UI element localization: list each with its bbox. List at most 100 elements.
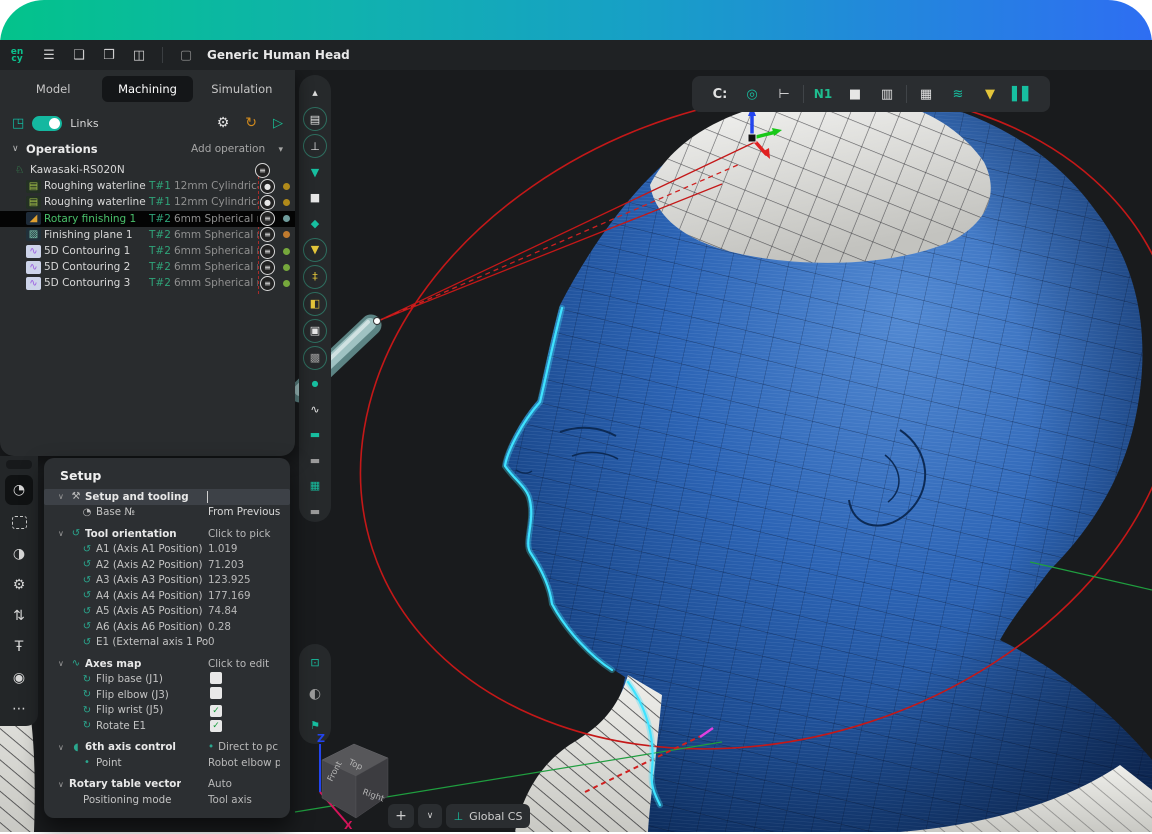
nc-program-icon[interactable]: N1: [807, 87, 839, 101]
surface-points-icon[interactable]: ▬: [302, 499, 328, 525]
flip-row[interactable]: ↻ Flip wrist (J5) ✓: [44, 703, 290, 719]
axis-row[interactable]: ↺ A2 (Axis A2 Position) 71.203: [44, 557, 290, 573]
operation-row[interactable]: ▤ Roughing waterline 1 T#1 12mm Cylindri…: [0, 178, 295, 194]
flip-row[interactable]: ↻ Rotate E1 ✓: [44, 718, 290, 734]
toolpath-graph-icon[interactable]: ≋: [942, 87, 974, 102]
tooling-icon[interactable]: ▥: [871, 87, 903, 102]
tool-setup-icon[interactable]: Ŧ: [5, 633, 33, 660]
setup-tab-icon[interactable]: ◔: [5, 475, 33, 505]
workpiece-surface-icon[interactable]: ▬: [302, 448, 328, 474]
orientation-icon[interactable]: ◑: [5, 540, 33, 567]
axis-row[interactable]: ↺ A6 (Axis A6 Position) 0.28: [44, 619, 290, 635]
row-value[interactable]: [207, 491, 280, 503]
flip-row[interactable]: ↻ Flip elbow (J3): [44, 687, 290, 703]
state-icon[interactable]: ≡: [260, 227, 275, 242]
surfaces-visibility-icon[interactable]: ▬: [302, 422, 328, 448]
operation-row[interactable]: ▨ Finishing plane 1 T#2 6mm Spherical r …: [0, 227, 295, 243]
machining-settings-icon[interactable]: ⚙: [217, 115, 230, 131]
control-panel-icon[interactable]: ▦: [910, 87, 942, 102]
tool-display-icon[interactable]: ▼: [974, 87, 1006, 102]
stock-visibility-icon[interactable]: ■: [302, 185, 328, 211]
state-icon[interactable]: ●: [260, 195, 275, 210]
row-value[interactable]: 0.28: [208, 621, 280, 633]
chevron-down-icon[interactable]: ∨: [58, 743, 69, 752]
add-operation-button[interactable]: Add operation ▾: [191, 143, 283, 155]
tool-orientation-row[interactable]: ∨ ↺ Tool orientation Click to pick: [44, 526, 290, 542]
machine-visibility-icon[interactable]: ▤: [303, 107, 327, 131]
coordinate-system-icon[interactable]: C:: [704, 87, 736, 102]
axis-row[interactable]: ↺ A1 (Axis A1 Position) 1.019: [44, 542, 290, 558]
operation-row[interactable]: ∿ 5D Contouring 2 T#2 6mm Spherical r ≡: [0, 259, 295, 275]
fit-view-icon[interactable]: ⊡: [302, 650, 328, 676]
global-cs-button[interactable]: ⊥ Global CS: [446, 804, 530, 828]
sixth-axis-row[interactable]: ∨ ◖ 6th axis control •Direct to pc: [44, 740, 290, 756]
axis-row[interactable]: ↺ A3 (Axis A3 Position) 123.925: [44, 573, 290, 589]
links-toggle[interactable]: [32, 116, 62, 131]
recalculate-icon[interactable]: ↻: [245, 115, 257, 131]
axis-row[interactable]: ↺ E1 (External axis 1 Position) 0: [44, 635, 290, 651]
row-value[interactable]: 1.019: [208, 543, 280, 555]
state-icon[interactable]: ≡: [260, 276, 275, 291]
project-checkbox-icon[interactable]: ▢: [171, 48, 201, 63]
operation-row[interactable]: ∿ 5D Contouring 1 T#2 6mm Spherical r ≡: [0, 243, 295, 259]
collapse-toolbar-icon[interactable]: ▴: [302, 80, 328, 106]
state-icon[interactable]: ≡: [260, 260, 275, 275]
row-value[interactable]: Click to edit: [208, 658, 280, 670]
parameters-gear-icon[interactable]: ⚙: [5, 571, 33, 598]
setup-and-tooling-row[interactable]: ∨ ⚒ Setup and tooling: [44, 489, 290, 505]
chevron-down-icon[interactable]: ∨: [58, 529, 69, 538]
new-file-icon[interactable]: ❑: [64, 48, 94, 63]
axes-map-row[interactable]: ∨ ∿ Axes map Click to edit: [44, 656, 290, 672]
row-value[interactable]: 0: [208, 636, 280, 648]
probe-icon[interactable]: ◎: [736, 87, 768, 102]
row-value[interactable]: Robot elbow p: [208, 757, 280, 769]
mesh-visibility-icon[interactable]: ▦: [302, 473, 328, 499]
app-logo[interactable]: en cy: [0, 48, 34, 63]
links-graph-icon[interactable]: ◳: [12, 116, 24, 131]
workpiece-selection-icon[interactable]: [5, 509, 33, 536]
run-simulation-icon[interactable]: ▷: [273, 116, 283, 131]
caliper-measure-icon[interactable]: ⊢: [768, 87, 800, 102]
curves-visibility-icon[interactable]: ∿: [302, 397, 328, 423]
tool-tip-visibility-icon[interactable]: ▼: [303, 238, 327, 262]
state-icon[interactable]: ≡: [255, 163, 270, 178]
checkbox[interactable]: [210, 687, 222, 699]
row-value[interactable]: Auto: [208, 778, 280, 790]
checkbox-checked[interactable]: ✓: [210, 720, 222, 732]
statistics-icon[interactable]: ▌▋: [1006, 87, 1038, 102]
open-project-icon[interactable]: ❒: [94, 48, 124, 63]
flip-row[interactable]: ↻ Flip base (J1): [44, 672, 290, 688]
tool-small-icon[interactable]: ▼: [302, 160, 328, 186]
positioning-mode-row[interactable]: Positioning mode Tool axis: [44, 792, 290, 808]
holder-visibility-icon[interactable]: ◧: [303, 292, 327, 316]
state-icon[interactable]: ●: [260, 179, 275, 194]
row-value[interactable]: 71.203: [208, 559, 280, 571]
chevron-down-icon[interactable]: ∨: [12, 144, 26, 154]
fixture-visibility-icon[interactable]: ▣: [303, 319, 327, 343]
chevron-down-icon[interactable]: ∨: [58, 659, 69, 668]
rotation-control-icon[interactable]: ◉: [5, 664, 33, 691]
row-value[interactable]: Direct to pc: [218, 741, 278, 753]
point-row[interactable]: • Point Robot elbow p: [44, 755, 290, 771]
tab-simulation[interactable]: Simulation: [197, 76, 287, 102]
tool-teal-icon[interactable]: ◆: [302, 211, 328, 237]
operation-row-selected[interactable]: ◢ Rotary finishing 1 T#2 6mm Spherical r…: [0, 211, 295, 227]
axis-row[interactable]: ↺ A5 (Axis A5 Position) 74.84: [44, 604, 290, 620]
points-visibility-icon[interactable]: ●: [302, 371, 328, 397]
chevron-down-icon[interactable]: ∨: [58, 780, 69, 789]
base-row[interactable]: ◔ Base № From Previous: [44, 505, 290, 521]
checkbox-checked[interactable]: ✓: [210, 705, 222, 717]
checkbox[interactable]: [210, 672, 222, 684]
operation-row[interactable]: ∿ 5D Contouring 3 T#2 6mm Spherical r ≡: [0, 275, 295, 291]
save-project-icon[interactable]: ◫: [124, 48, 154, 63]
state-icon[interactable]: ≡: [260, 211, 275, 226]
row-value[interactable]: Click to pick: [208, 528, 280, 540]
row-value[interactable]: 123.925: [208, 574, 280, 586]
hatch-visibility-icon[interactable]: ▩: [303, 346, 327, 370]
tab-machining[interactable]: Machining: [102, 76, 192, 102]
row-value[interactable]: From Previous: [208, 506, 280, 518]
approach-retract-icon[interactable]: ⇅: [5, 602, 33, 629]
row-value[interactable]: 74.84: [208, 605, 280, 617]
row-value[interactable]: Tool axis: [208, 794, 280, 806]
state-icon[interactable]: ≡: [260, 244, 275, 259]
